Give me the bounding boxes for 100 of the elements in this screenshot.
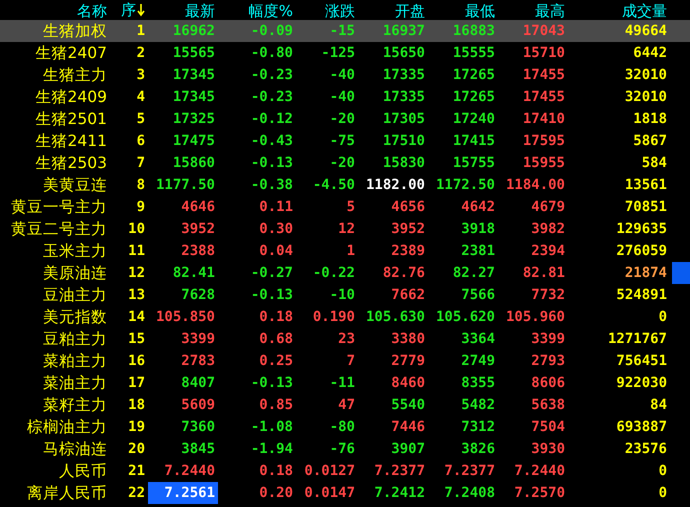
table-row[interactable]: 黄豆一号主力 9 4646 0.11 5 4656 4642 4679 70851: [0, 196, 690, 218]
table-row[interactable]: 棕榈油主力 19 7360 -1.08 -80 7446 7312 7504 693887: [0, 416, 690, 438]
table-cell: -40: [330, 89, 355, 105]
table-cell: 5: [346, 199, 355, 215]
table-row[interactable]: 美黄豆连 8 1177.50 -0.38 -4.50 1182.00 1172.50 1184.00 13561: [0, 174, 690, 196]
table-cell: 0.04: [259, 243, 293, 259]
instrument-name: 生猪2501: [34, 109, 108, 130]
table-row[interactable]: 玉米主力 11 2388 0.04 1 2389 2381 2394 276059: [0, 240, 690, 262]
table-cell: 7.2440: [514, 463, 565, 479]
table-row[interactable]: 生猪2501 5 17325 -0.12 -20 17305 17240 17410 1818: [0, 108, 690, 130]
table-cell: 82.81: [522, 265, 565, 281]
instrument-name: 玉米主力: [42, 241, 108, 262]
table-cell: 0.0127: [304, 463, 355, 479]
table-cell: 4642: [461, 199, 495, 215]
table-row[interactable]: 菜油主力 17 8407 -0.13 -11 8460 8355 8606 922030: [0, 372, 690, 394]
table-cell: 21874: [624, 265, 667, 281]
table-cell: 3952: [181, 221, 215, 237]
table-cell: 17043: [522, 23, 565, 39]
table-cell: 15710: [522, 45, 565, 61]
table-cell: 3845: [181, 441, 215, 457]
table-row[interactable]: 菜籽主力 18 5609 0.85 47 5540 5482 5638 84: [0, 394, 690, 416]
table-cell: 105.620: [436, 309, 495, 325]
table-cell: 584: [642, 155, 667, 171]
table-cell: 7360: [181, 419, 215, 435]
table-cell: 3399: [181, 331, 215, 347]
row-number: 6: [136, 132, 146, 151]
table-cell: 3380: [391, 331, 425, 347]
table-cell: 7.2561: [164, 485, 215, 501]
column-header[interactable]: 幅度%: [218, 0, 296, 20]
table-row[interactable]: 生猪2411 6 17475 -0.43 -75 17510 17415 17595 5867: [0, 130, 690, 152]
row-number: 15: [127, 330, 146, 349]
table-cell: 15755: [452, 155, 495, 171]
table-cell: 47: [338, 397, 355, 413]
table-cell: 7628: [181, 287, 215, 303]
column-header[interactable]: 最高: [498, 0, 568, 20]
table-row[interactable]: 黄豆二号主力 10 3952 0.30 12 3952 3918 3982 129635: [0, 218, 690, 240]
instrument-name: 黄豆二号主力: [10, 219, 108, 240]
table-cell: 2793: [531, 353, 565, 369]
instrument-name: 人民币: [58, 461, 108, 482]
table-cell: 0.30: [259, 221, 293, 237]
column-header[interactable]: 涨跌: [296, 0, 358, 20]
table-cell: 0.68: [259, 331, 293, 347]
instrument-name: 美元指数: [42, 307, 108, 328]
table-cell: 2783: [181, 353, 215, 369]
table-cell: 5638: [531, 397, 565, 413]
table-cell: -0.09: [250, 23, 293, 39]
table-cell: 17455: [522, 89, 565, 105]
table-cell: 7312: [461, 419, 495, 435]
table-cell: 17455: [522, 67, 565, 83]
table-row[interactable]: 生猪2409 4 17345 -0.23 -40 17335 17265 17455 32010: [0, 86, 690, 108]
table-row[interactable]: 人民币 21 7.2440 0.18 0.0127 7.2377 7.2377 7.2440 0: [0, 460, 690, 482]
column-header[interactable]: 序: [121, 0, 136, 20]
table-cell: 15555: [452, 45, 495, 61]
instrument-name: 生猪2411: [34, 131, 108, 152]
table-cell: 5482: [461, 397, 495, 413]
table-row[interactable]: 豆粕主力 15 3399 0.68 23 3380 3364 3399 1271767: [0, 328, 690, 350]
row-number: 3: [136, 66, 146, 85]
table-cell: -0.12: [250, 111, 293, 127]
table-row[interactable]: 美原油连 12 82.41 -0.27 -0.22 82.76 82.27 82.81 21874: [0, 262, 690, 284]
row-number: 9: [136, 198, 146, 217]
column-header[interactable]: 成交量: [568, 0, 670, 20]
table-cell: 7.2377: [444, 463, 495, 479]
table-row[interactable]: 马棕油连 20 3845 -1.94 -76 3907 3826 3930 23576: [0, 438, 690, 460]
column-header[interactable]: 名称: [0, 0, 110, 20]
table-row[interactable]: 菜粕主力 16 2783 0.25 7 2779 2749 2793 756451: [0, 350, 690, 372]
column-header[interactable]: 最低: [428, 0, 498, 20]
table-cell: -10: [330, 287, 355, 303]
table-cell: 15565: [172, 45, 215, 61]
table-row[interactable]: 生猪主力 3 17345 -0.23 -40 17335 17265 17455 32010: [0, 64, 690, 86]
table-cell: 0.85: [259, 397, 293, 413]
table-cell: 4679: [531, 199, 565, 215]
row-number: 20: [127, 440, 146, 459]
row-number: 7: [136, 154, 146, 173]
table-cell: 82.76: [382, 265, 425, 281]
table-cell: -125: [321, 45, 355, 61]
table-cell: 7732: [531, 287, 565, 303]
table-cell: 6442: [633, 45, 667, 61]
row-number: 8: [136, 176, 146, 195]
table-cell: 17265: [452, 67, 495, 83]
table-cell: 1177.50: [156, 177, 215, 193]
instrument-name: 豆油主力: [42, 285, 108, 306]
row-number: 2: [136, 44, 146, 63]
column-header[interactable]: 最新: [148, 0, 218, 20]
column-header[interactable]: 开盘: [358, 0, 428, 20]
table-cell: 2381: [461, 243, 495, 259]
table-cell: 17335: [382, 67, 425, 83]
table-cell: 17415: [452, 133, 495, 149]
table-cell: 82.27: [452, 265, 495, 281]
table-row[interactable]: 离岸人民币 22 7.2561 0.20 0.0147 7.2412 7.2408 7.2570 0: [0, 482, 690, 504]
table-row[interactable]: 豆油主力 13 7628 -0.13 -10 7662 7566 7732 524891: [0, 284, 690, 306]
table-row[interactable]: 生猪2407 2 15565 -0.80 -125 15650 15555 15710 6442: [0, 42, 690, 64]
table-cell: 105.630: [366, 309, 425, 325]
table-cell: 0.0147: [304, 485, 355, 501]
table-cell: 1818: [633, 111, 667, 127]
table-row[interactable]: 生猪加权 1 16962 -0.09 -15 16937 16883 17043 49664: [0, 20, 690, 42]
table-cell: 1184.00: [506, 177, 565, 193]
table-cell: 17240: [452, 111, 495, 127]
table-cell: -20: [330, 155, 355, 171]
table-row[interactable]: 美元指数 14 105.850 0.18 0.190 105.630 105.620 105.960 0: [0, 306, 690, 328]
table-row[interactable]: 生猪2503 7 15860 -0.13 -20 15830 15755 15955 584: [0, 152, 690, 174]
